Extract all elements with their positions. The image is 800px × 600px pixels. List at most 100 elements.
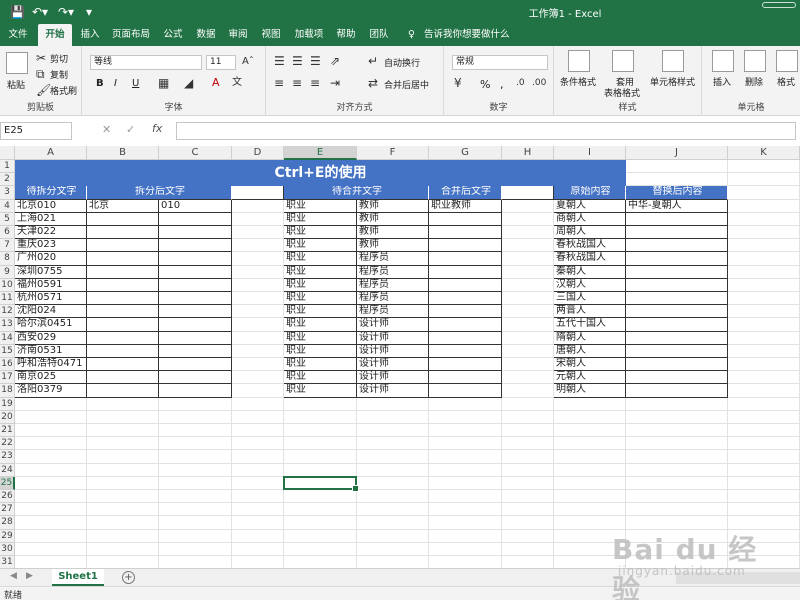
row-header-16[interactable]: 16	[0, 358, 15, 372]
data-cell-e[interactable]: 职业	[284, 344, 357, 358]
data-cell-f[interactable]: 程序员	[357, 278, 429, 292]
data-cell-g[interactable]	[429, 292, 502, 306]
data-cell-i[interactable]: 秦朝人	[554, 265, 626, 279]
data-cell-i[interactable]: 春秋战国人	[554, 252, 626, 266]
column-header-b[interactable]: B	[87, 146, 159, 160]
save-icon[interactable]: 💾	[10, 5, 25, 19]
row-header-20[interactable]: 20	[0, 410, 15, 424]
data-cell-j[interactable]	[626, 226, 728, 240]
lightbulb-icon[interactable]: ♀	[408, 24, 415, 46]
ribbon-tab[interactable]: 加载项	[290, 24, 328, 46]
header-original[interactable]: 原始内容	[554, 186, 626, 200]
wrap-text-icon[interactable]: ↵	[368, 54, 378, 68]
data-cell-j[interactable]	[626, 318, 728, 332]
data-cell-b[interactable]	[87, 226, 159, 240]
data-cell-e[interactable]: 职业	[284, 318, 357, 332]
italic-button[interactable]: I	[114, 78, 117, 89]
ribbon-tab[interactable]: 审阅	[224, 24, 252, 46]
ribbon-tab[interactable]: 开始	[38, 24, 72, 46]
data-cell-g[interactable]: 职业教师	[429, 199, 502, 213]
data-cell-f[interactable]: 程序员	[357, 265, 429, 279]
data-cell-e[interactable]: 职业	[284, 265, 357, 279]
redo-icon[interactable]: ↷▾	[58, 5, 74, 19]
ribbon-tab[interactable]: 文件	[0, 24, 36, 46]
row-header-10[interactable]: 10	[0, 278, 15, 292]
header-to-split[interactable]: 待拆分文字	[15, 186, 87, 200]
row-header-7[interactable]: 7	[0, 239, 15, 253]
orientation-icon[interactable]: ⇗	[330, 54, 340, 68]
add-sheet-icon[interactable]: +	[122, 571, 135, 584]
row-header-1[interactable]: 1	[0, 160, 15, 174]
data-cell-b[interactable]: 北京	[87, 199, 159, 213]
data-cell-a[interactable]: 济南0531	[15, 344, 87, 358]
number-format-select[interactable]: 常规	[452, 55, 548, 70]
data-cell-c[interactable]	[159, 292, 232, 306]
data-cell-j[interactable]	[626, 371, 728, 385]
column-header-i[interactable]: I	[554, 146, 626, 160]
data-cell-a[interactable]: 北京010	[15, 199, 87, 213]
data-cell-f[interactable]: 程序员	[357, 252, 429, 266]
cell-styles-icon[interactable]	[662, 50, 684, 72]
row-header-9[interactable]: 9	[0, 265, 15, 279]
data-cell-g[interactable]	[429, 278, 502, 292]
font-name-select[interactable]: 等线	[90, 55, 202, 70]
data-cell-b[interactable]	[87, 305, 159, 319]
data-cell-f[interactable]: 教师	[357, 212, 429, 226]
row-header-17[interactable]: 17	[0, 371, 15, 385]
indent-icon[interactable]: ⇥	[330, 76, 340, 90]
row-header-28[interactable]: 28	[0, 516, 15, 530]
data-cell-e[interactable]: 职业	[284, 371, 357, 385]
data-cell-b[interactable]	[87, 212, 159, 226]
row-header-25[interactable]: 25	[0, 476, 15, 490]
data-cell-c[interactable]	[159, 278, 232, 292]
data-cell-e[interactable]: 职业	[284, 199, 357, 213]
format-cells-icon[interactable]	[776, 50, 798, 72]
data-cell-f[interactable]: 设计师	[357, 358, 429, 372]
data-cell-i[interactable]: 两晋人	[554, 305, 626, 319]
data-cell-g[interactable]	[429, 239, 502, 253]
insert-cells-button[interactable]: 插入	[713, 75, 731, 88]
data-cell-i[interactable]: 唐朝人	[554, 344, 626, 358]
row-header-6[interactable]: 6	[0, 226, 15, 240]
active-cell[interactable]	[283, 475, 359, 493]
data-cell-b[interactable]	[87, 344, 159, 358]
cell-styles-button[interactable]: 单元格样式	[650, 75, 695, 88]
data-cell-i[interactable]: 宋朝人	[554, 358, 626, 372]
undo-icon[interactable]: ↶▾	[32, 5, 48, 19]
delete-cells-button[interactable]: 删除	[745, 75, 763, 88]
increase-decimal-icon[interactable]: .0	[516, 76, 525, 90]
conditional-format-button[interactable]: 条件格式	[560, 75, 596, 88]
paste-button[interactable]: 粘贴	[7, 78, 25, 91]
header-after-split[interactable]: 拆分后文字	[87, 186, 232, 200]
data-cell-e[interactable]: 职业	[284, 358, 357, 372]
row-header-26[interactable]: 26	[0, 490, 15, 504]
merge-center-button[interactable]: 合并后居中	[384, 78, 429, 91]
data-cell-e[interactable]: 职业	[284, 384, 357, 398]
ribbon-tab[interactable]: 公式	[158, 24, 188, 46]
data-cell-e[interactable]: 职业	[284, 252, 357, 266]
copy-button[interactable]: 复制	[50, 68, 68, 81]
data-cell-c[interactable]	[159, 344, 232, 358]
delete-cells-icon[interactable]	[744, 50, 766, 72]
data-cell-g[interactable]	[429, 371, 502, 385]
column-header-c[interactable]: C	[159, 146, 232, 160]
data-cell-b[interactable]	[87, 265, 159, 279]
column-header-g[interactable]: G	[429, 146, 502, 160]
data-cell-g[interactable]	[429, 384, 502, 398]
align-right-icon[interactable]: ≡	[310, 76, 320, 90]
currency-icon[interactable]: ¥	[454, 76, 462, 90]
data-cell-c[interactable]	[159, 252, 232, 266]
data-cell-f[interactable]: 设计师	[357, 384, 429, 398]
row-header-21[interactable]: 21	[0, 424, 15, 438]
data-cell-c[interactable]: 010	[159, 199, 232, 213]
data-cell-f[interactable]: 设计师	[357, 331, 429, 345]
ribbon-tab[interactable]: 数据	[192, 24, 220, 46]
data-cell-g[interactable]	[429, 212, 502, 226]
data-cell-g[interactable]	[429, 331, 502, 345]
data-cell-e[interactable]: 职业	[284, 305, 357, 319]
data-cell-c[interactable]	[159, 265, 232, 279]
row-header-27[interactable]: 27	[0, 503, 15, 517]
data-cell-f[interactable]: 设计师	[357, 344, 429, 358]
row-header-8[interactable]: 8	[0, 252, 15, 266]
comma-button[interactable]: ,	[500, 78, 504, 91]
